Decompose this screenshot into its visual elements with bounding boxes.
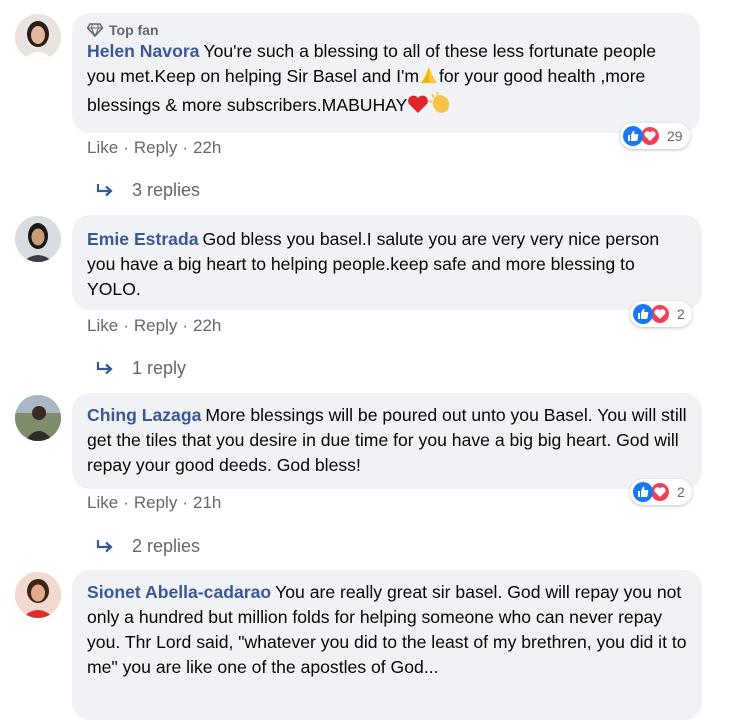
reaction-count: 2 [677,306,685,322]
avatar[interactable] [15,572,61,618]
like-reaction-icon [623,126,643,146]
author-name[interactable]: Sionet Abella-cadarao [87,582,271,602]
separator: · [123,316,129,335]
reaction-count: 2 [677,484,685,500]
comment-text: Ching Lazaga More blessings will be poure… [87,403,688,478]
view-replies-link[interactable]: 2 replies [96,534,200,558]
reply-arrow-icon [96,540,113,553]
avatar[interactable] [15,216,61,262]
top-fan-badge: Top fan [87,21,686,39]
comment-actions: Like · Reply · 21h [87,493,221,513]
comment-bubble: Ching Lazaga More blessings will be poure… [72,393,702,489]
comment-bubble: Sionet Abella-cadarao You are really grea… [72,570,702,720]
like-link[interactable]: Like [87,493,118,512]
separator: · [182,493,188,512]
author-name[interactable]: Emie Estrada [87,229,198,249]
timestamp-link[interactable]: 22h [193,138,221,157]
reply-link[interactable]: Reply [134,316,177,335]
red-heart-emoji [407,94,429,121]
comment-text: Emie Estrada God bless you basel.I salute… [87,227,688,302]
separator: · [182,316,188,335]
folded-hands-emoji [419,65,439,92]
view-replies-link[interactable]: 3 replies [96,178,200,202]
comment-bubble: Top fan Helen Navora You're such a blessi… [72,13,700,133]
reply-arrow-icon [96,184,113,197]
reply-link[interactable]: Reply [134,138,177,157]
clapping-hands-emoji [429,91,453,121]
avatar[interactable] [15,14,61,60]
like-reaction-icon [633,304,653,324]
badge-label: Top fan [109,22,159,38]
separator: · [182,138,188,157]
reaction-summary[interactable]: 2 [630,301,692,327]
author-name[interactable]: Ching Lazaga [87,405,201,425]
reaction-summary[interactable]: 2 [630,479,692,505]
timestamp-link[interactable]: 22h [193,316,221,335]
comment-text: Sionet Abella-cadarao You are really grea… [87,580,688,680]
comment-actions: Like · Reply · 22h [87,138,221,158]
view-replies-link[interactable]: 1 reply [96,356,186,380]
replies-label: 3 replies [132,180,201,200]
separator: · [123,493,129,512]
separator: · [123,138,129,157]
comment-actions: Like · Reply · 22h [87,316,221,336]
diamond-icon [87,23,103,37]
reply-link[interactable]: Reply [134,493,177,512]
comment-text: Helen Navora You're such a blessing to al… [87,39,686,121]
like-link[interactable]: Like [87,138,118,157]
comment-bubble: Emie Estrada God bless you basel.I salute… [72,215,702,310]
author-name[interactable]: Helen Navora [87,41,199,61]
reaction-count: 29 [667,128,683,144]
like-link[interactable]: Like [87,316,118,335]
timestamp-link[interactable]: 21h [193,493,221,512]
like-reaction-icon [633,482,653,502]
avatar[interactable] [15,395,61,441]
replies-label: 2 replies [132,536,201,556]
replies-label: 1 reply [132,358,187,378]
reply-arrow-icon [96,362,113,375]
reaction-summary[interactable]: 29 [620,123,690,149]
